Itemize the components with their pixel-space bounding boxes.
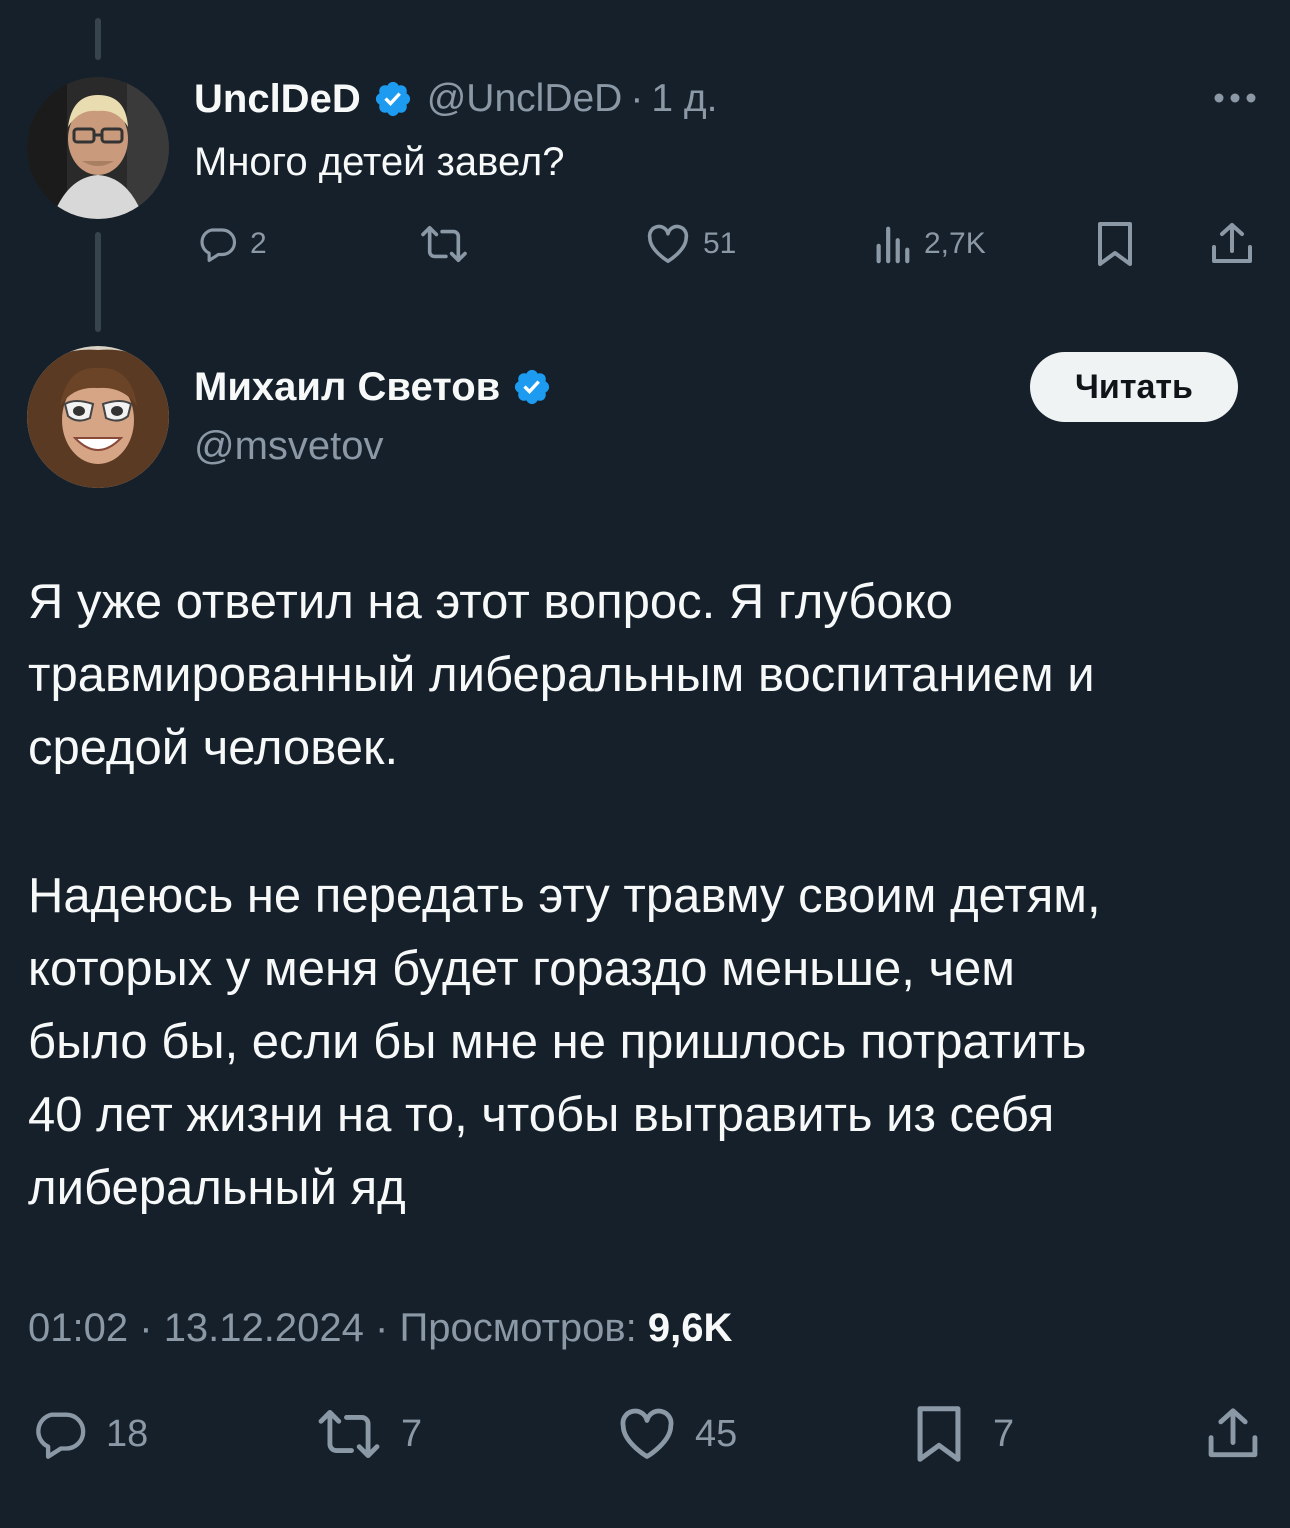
views-icon [872, 223, 912, 265]
tweet-date[interactable]: 13.12.2024 [164, 1306, 364, 1350]
reply-icon [196, 223, 238, 265]
thread-line-top [95, 18, 101, 60]
text-line: было бы, если бы мне не пришлось потрати… [28, 1015, 1087, 1069]
parent-share-button[interactable] [1210, 220, 1254, 268]
retweet-count: 7 [401, 1412, 423, 1455]
views-value[interactable]: 9,6K [648, 1306, 733, 1350]
bookmark-count: 7 [993, 1412, 1015, 1455]
main-author-name[interactable]: Михаил Светов [194, 365, 500, 410]
text-line: 40 лет жизни на то, чтобы вытравить из с… [28, 1088, 1055, 1142]
bookmark-icon [1096, 220, 1134, 268]
retweet-icon [418, 223, 470, 265]
share-button[interactable] [1206, 1404, 1260, 1464]
share-icon [1210, 221, 1254, 267]
parent-tweet-text: Много детей завел? [194, 140, 565, 184]
tweet-paragraph-1: Я уже ответил на этот вопрос. Я глубоко … [28, 566, 1095, 785]
parent-time[interactable]: 1 д. [651, 77, 717, 121]
parent-bookmark-button[interactable] [1096, 220, 1134, 268]
bookmark-button[interactable]: 7 [915, 1404, 1014, 1464]
parent-like-count: 51 [703, 227, 737, 260]
share-icon [1206, 1406, 1260, 1462]
tweet-time[interactable]: 01:02 [28, 1306, 128, 1350]
reply-count: 18 [106, 1412, 149, 1455]
main-header: Михаил Светов [194, 362, 552, 412]
verified-icon [512, 367, 552, 407]
parent-separator: · [630, 77, 644, 120]
text-line: Я уже ответил на этот вопрос. Я глубоко [28, 575, 953, 629]
text-line: Надеюсь не передать эту травму своим дет… [28, 869, 1101, 923]
like-icon [645, 223, 691, 265]
avatar-msvetov[interactable] [27, 346, 169, 488]
like-button[interactable]: 45 [617, 1404, 737, 1464]
reply-icon [30, 1405, 88, 1463]
tweet-paragraph-2: Надеюсь не передать эту травму своим дет… [28, 860, 1101, 1225]
parent-retweet-button[interactable] [418, 220, 470, 268]
parent-reply-button[interactable]: 2 [196, 220, 267, 268]
text-line: травмированный либеральным воспитанием и [28, 648, 1095, 702]
parent-header: UnclDeD @UnclDeD · 1 д. [194, 74, 717, 124]
text-line: средой человек. [28, 721, 399, 775]
bookmark-icon [915, 1403, 963, 1465]
parent-views-button[interactable]: 2,7K [872, 220, 986, 268]
meta-separator: · [139, 1306, 153, 1350]
parent-handle[interactable]: @UnclDeD [427, 77, 623, 121]
more-icon[interactable] [1212, 84, 1258, 112]
text-line: которых у меня будет гораздо меньше, чем [28, 942, 1015, 996]
retweet-icon [315, 1406, 383, 1462]
parent-like-button[interactable]: 51 [645, 220, 736, 268]
retweet-button[interactable]: 7 [315, 1404, 422, 1464]
follow-button[interactable]: Читать [1030, 352, 1238, 422]
like-count: 45 [695, 1412, 738, 1455]
reply-button[interactable]: 18 [30, 1404, 148, 1464]
parent-views-count: 2,7K [924, 227, 986, 260]
avatar-uncldded[interactable] [27, 77, 169, 219]
main-handle[interactable]: @msvetov [194, 424, 384, 469]
verified-icon [373, 79, 413, 119]
tweet-meta: 01:02 · 13.12.2024 · Просмотров: 9,6K [28, 1306, 732, 1351]
meta-separator: · [375, 1306, 389, 1350]
text-line: либеральный яд [28, 1161, 406, 1215]
parent-reply-count: 2 [250, 227, 267, 260]
thread-line-bottom [95, 232, 101, 332]
parent-author-name[interactable]: UnclDeD [194, 77, 361, 122]
like-icon [617, 1406, 677, 1462]
views-label: Просмотров: [399, 1306, 637, 1350]
